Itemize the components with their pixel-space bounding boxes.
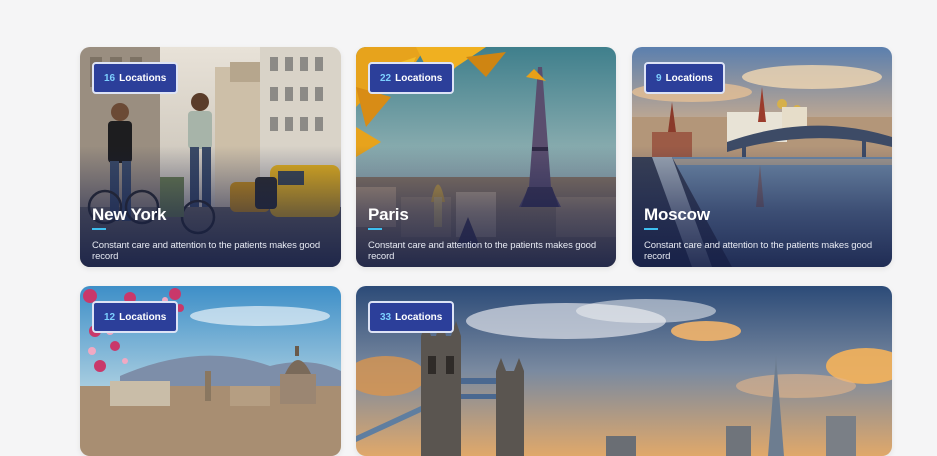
city-card-new-york[interactable]: 16 Locations New York Constant care and … (80, 47, 341, 267)
title-underline (92, 228, 106, 230)
city-description: Constant care and attention to the patie… (368, 240, 597, 262)
city-title[interactable]: New York (92, 205, 167, 225)
city-description: Constant care and attention to the patie… (92, 240, 321, 262)
location-count: 16 (104, 72, 116, 84)
title-underline (644, 228, 658, 230)
city-card-moscow[interactable]: 9 Locations Moscow Constant care and att… (632, 47, 892, 267)
location-label: Locations (665, 72, 713, 84)
city-card-paris[interactable]: 22 Locations Paris Constant care and att… (356, 47, 616, 267)
locations-badge[interactable]: 12 Locations (92, 301, 179, 333)
location-count: 22 (380, 72, 392, 84)
city-description: Constant care and attention to the patie… (644, 240, 873, 262)
city-card-london[interactable]: 33 Locations (356, 286, 892, 456)
title-underline (368, 228, 382, 230)
location-label: Locations (395, 311, 443, 323)
location-label: Locations (119, 311, 167, 323)
location-label: Locations (119, 72, 167, 84)
location-count: 9 (656, 72, 662, 84)
city-title[interactable]: Paris (368, 205, 409, 225)
location-label: Locations (395, 72, 443, 84)
location-count: 12 (104, 311, 116, 323)
locations-badge[interactable]: 33 Locations (368, 301, 455, 333)
city-title[interactable]: Moscow (644, 205, 710, 225)
city-card-rome[interactable]: 12 Locations (80, 286, 341, 456)
locations-badge[interactable]: 22 Locations (368, 62, 455, 94)
locations-badge[interactable]: 9 Locations (644, 62, 725, 94)
locations-badge[interactable]: 16 Locations (92, 62, 179, 94)
location-count: 33 (380, 311, 392, 323)
